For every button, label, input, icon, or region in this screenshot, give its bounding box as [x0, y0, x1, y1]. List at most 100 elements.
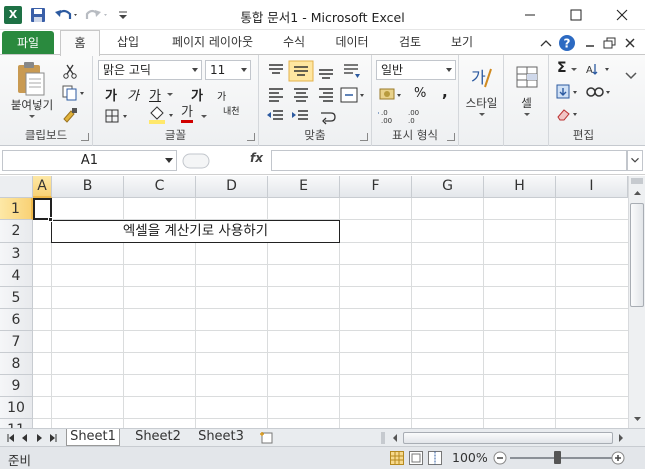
zoom-slider-thumb[interactable] — [554, 451, 561, 464]
cells-icon[interactable] — [514, 63, 540, 91]
insert-sheet-icon[interactable] — [258, 431, 276, 445]
row-header-9[interactable]: 9 — [0, 375, 33, 397]
grow-font-button[interactable]: 가 — [191, 85, 203, 104]
collapse-ribbon-icon[interactable] — [540, 40, 552, 47]
orientation-icon[interactable] — [344, 64, 360, 78]
col-header-d[interactable]: D — [196, 176, 268, 198]
minimize-button[interactable] — [507, 0, 553, 30]
col-header-f[interactable]: F — [340, 176, 412, 198]
row-header-2[interactable]: 2 — [0, 220, 33, 243]
percent-style-button[interactable]: % — [414, 86, 426, 101]
font-color-button[interactable]: 가 — [181, 106, 193, 123]
increase-decimal-icon[interactable]: .0 .00 — [378, 109, 392, 125]
styles-icon[interactable]: 가 — [469, 63, 495, 91]
paste-icon[interactable] — [14, 61, 48, 97]
scroll-right-icon[interactable] — [614, 431, 628, 445]
comma-style-button[interactable]: , — [442, 83, 448, 101]
page-layout-view-icon[interactable] — [409, 451, 423, 465]
sheet-tab-sheet3[interactable]: Sheet3 — [193, 429, 249, 446]
autosum-button[interactable]: Σ — [557, 60, 567, 76]
col-header-c[interactable]: C — [124, 176, 196, 198]
zoom-level[interactable]: 100% — [452, 450, 488, 465]
tab-formulas[interactable]: 수식 — [274, 30, 314, 55]
font-name-combo[interactable]: 맑은 고딕 — [98, 60, 202, 80]
decrease-decimal-icon[interactable]: .00 .0 — [408, 109, 419, 125]
prev-sheet-icon[interactable] — [20, 433, 30, 443]
next-sheet-icon[interactable] — [34, 433, 44, 443]
decrease-indent-icon[interactable] — [267, 110, 283, 120]
format-painter-icon[interactable] — [61, 107, 79, 123]
row-header-11[interactable]: 11 — [0, 419, 33, 428]
zoom-slider-track[interactable] — [510, 457, 614, 459]
find-select-icon[interactable] — [585, 84, 613, 100]
zoom-out-icon[interactable] — [493, 451, 507, 465]
normal-view-icon[interactable] — [390, 451, 404, 465]
cut-icon[interactable] — [61, 63, 79, 79]
alignment-launcher-icon[interactable] — [360, 133, 368, 141]
worksheet-grid[interactable]: A B C D E F G H I 1 2 3 4 5 6 7 8 9 10 1… — [0, 176, 628, 428]
ribbon-collapse-chevron-icon[interactable] — [621, 69, 641, 83]
align-left-icon[interactable] — [269, 88, 283, 102]
col-header-i[interactable]: I — [556, 176, 628, 198]
row-header-1[interactable]: 1 — [0, 198, 33, 220]
select-all-corner[interactable] — [0, 176, 33, 198]
row-header-10[interactable]: 10 — [0, 397, 33, 419]
first-sheet-icon[interactable] — [6, 433, 16, 443]
fill-handle[interactable] — [48, 217, 53, 222]
row-header-6[interactable]: 6 — [0, 309, 33, 331]
tab-view[interactable]: 보기 — [442, 30, 482, 55]
horizontal-scrollbar[interactable] — [379, 431, 628, 445]
clipboard-launcher-icon[interactable] — [81, 133, 89, 141]
sort-filter-icon[interactable]: A — [585, 61, 613, 77]
paste-button[interactable]: 붙여넣기 — [4, 97, 60, 113]
scroll-down-icon[interactable] — [630, 411, 645, 426]
number-format-combo[interactable]: 일반 — [376, 60, 456, 80]
row-header-7[interactable]: 7 — [0, 331, 33, 353]
number-launcher-icon[interactable] — [447, 133, 455, 141]
borders-icon[interactable] — [105, 108, 131, 124]
maximize-button[interactable] — [553, 0, 599, 30]
font-size-combo[interactable]: 11 — [205, 60, 251, 80]
copy-icon[interactable] — [61, 85, 87, 101]
tab-review[interactable]: 검토 — [390, 30, 430, 55]
tab-home[interactable]: 홈 — [60, 30, 100, 56]
col-header-b[interactable]: B — [52, 176, 124, 198]
styles-button[interactable]: 스타일 — [459, 95, 504, 111]
page-break-view-icon[interactable] — [428, 451, 442, 465]
cells-button[interactable]: 셀 — [504, 95, 549, 111]
last-sheet-icon[interactable] — [48, 433, 58, 443]
col-header-e[interactable]: E — [268, 176, 340, 198]
row-header-8[interactable]: 8 — [0, 353, 33, 375]
formula-bar-handle-icon[interactable] — [181, 152, 211, 170]
col-header-a[interactable]: A — [33, 176, 52, 198]
merged-cell-b2-e2[interactable]: 엑셀을 계산기로 사용하기 — [51, 220, 340, 243]
fill-icon[interactable] — [555, 84, 581, 100]
wrap-text-icon[interactable] — [321, 112, 336, 125]
bottom-align-icon[interactable] — [319, 69, 333, 79]
horizontal-split-box[interactable] — [379, 431, 387, 445]
underline-button[interactable]: 가 — [149, 85, 161, 104]
expand-formula-bar-icon[interactable] — [627, 150, 643, 171]
tab-page-layout[interactable]: 페이지 레이아웃 — [160, 30, 265, 55]
insert-function-button[interactable]: fx — [250, 151, 263, 165]
zoom-in-icon[interactable] — [611, 451, 625, 465]
bold-button[interactable]: 가 — [105, 85, 117, 104]
italic-button[interactable]: 가 — [127, 85, 139, 104]
scroll-left-icon[interactable] — [388, 431, 402, 445]
vertical-scrollbar[interactable] — [628, 176, 645, 428]
increase-indent-icon[interactable] — [292, 110, 308, 120]
row-header-5[interactable]: 5 — [0, 287, 33, 309]
name-box-dropdown-icon[interactable] — [165, 158, 173, 164]
tab-data[interactable]: 데이터 — [328, 30, 376, 55]
align-right-icon[interactable] — [319, 88, 333, 102]
sheet-tab-sheet2[interactable]: Sheet2 — [130, 429, 186, 446]
phonetic-guide-button[interactable]: 내천 — [223, 107, 247, 117]
scroll-up-icon[interactable] — [630, 186, 645, 201]
horizontal-scroll-thumb[interactable] — [403, 432, 613, 444]
fill-color-icon[interactable] — [147, 105, 177, 125]
top-align-icon[interactable] — [269, 64, 283, 74]
tab-insert[interactable]: 삽입 — [108, 30, 148, 55]
vertical-split-box[interactable] — [631, 178, 643, 184]
vertical-scroll-thumb[interactable] — [630, 203, 644, 307]
align-center-icon[interactable] — [294, 88, 308, 102]
